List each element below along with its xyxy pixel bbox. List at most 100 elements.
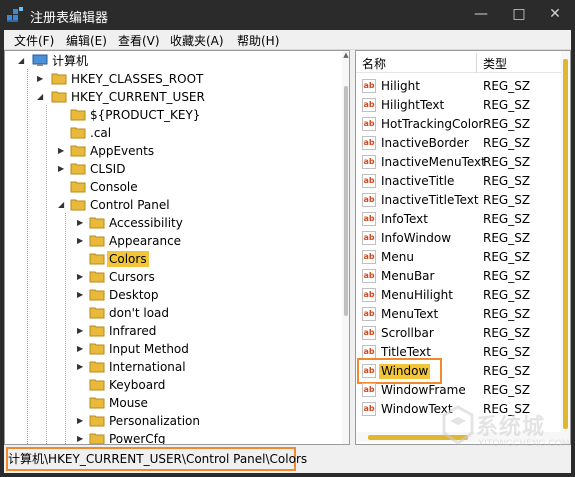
tree-node[interactable]: Console (5, 178, 340, 196)
tree-node[interactable]: ▶ Input Method (5, 340, 340, 358)
menu-help[interactable]: 帮助(H) (237, 32, 279, 49)
collapse-arrow-icon[interactable]: ◢ (58, 200, 66, 209)
watermark-logo: 系统城 XITONGCHENG.COM (440, 405, 570, 465)
string-value-icon: ab (362, 117, 376, 131)
expand-arrow-icon[interactable]: ▶ (77, 272, 85, 281)
tree-node-colors[interactable]: Colors (5, 250, 340, 268)
tree-node[interactable]: ▶ Appearance (5, 232, 340, 250)
tree-node[interactable]: ▶ PowerCfg (5, 430, 340, 444)
folder-icon (89, 397, 105, 409)
list-item[interactable]: ab HotTrackingColor REG_SZ (356, 115, 556, 134)
expand-arrow-icon[interactable]: ▶ (77, 218, 85, 227)
tree-node[interactable]: ▶ Cursors (5, 268, 340, 286)
tree-node-label: Keyboard (109, 378, 166, 392)
string-value-icon: ab (362, 155, 376, 169)
tree-node-label: Appearance (109, 234, 182, 248)
folder-icon (89, 361, 105, 373)
list-item[interactable]: ab Menu REG_SZ (356, 248, 556, 267)
expand-arrow-icon[interactable]: ▶ (77, 434, 85, 443)
list-item[interactable]: ab InactiveTitle REG_SZ (356, 172, 556, 191)
expand-arrow-icon[interactable]: ▶ (77, 362, 85, 371)
folder-icon (70, 145, 86, 157)
value-name: InactiveBorder (381, 136, 469, 150)
tree-node-hkcu[interactable]: ◢ HKEY_CURRENT_USER (5, 88, 340, 106)
list-vertical-scrollbar-thumb[interactable] (563, 59, 568, 429)
column-header-name[interactable]: 名称 (362, 55, 386, 72)
tree-node-computer[interactable]: ◢ 计算机 (5, 52, 340, 70)
expand-arrow-icon[interactable]: ▶ (77, 326, 85, 335)
folder-icon (70, 163, 86, 175)
tree-node[interactable]: ▶ Accessibility (5, 214, 340, 232)
status-path: 计算机\HKEY_CURRENT_USER\Control Panel\Colo… (8, 452, 308, 466)
folder-open-icon (70, 199, 86, 211)
tree-node[interactable]: ▶ CLSID (5, 160, 340, 178)
value-type: REG_SZ (483, 98, 531, 112)
tree-node[interactable]: don't load (5, 304, 340, 322)
value-type: REG_SZ (483, 307, 531, 321)
list-item[interactable]: ab Hilight REG_SZ (356, 77, 556, 96)
menu-file[interactable]: 文件(F) (14, 32, 54, 49)
tree-node-label: Desktop (109, 288, 159, 302)
folder-icon (89, 253, 105, 265)
collapse-arrow-icon[interactable]: ◢ (18, 56, 26, 65)
list-item[interactable]: ab InfoWindow REG_SZ (356, 229, 556, 248)
tree-node-control-panel[interactable]: ◢ Control Panel (5, 196, 340, 214)
list-item[interactable]: ab InfoText REG_SZ (356, 210, 556, 229)
expand-arrow-icon[interactable]: ▶ (77, 290, 85, 299)
minimize-button[interactable]: — (466, 4, 496, 24)
folder-icon (89, 379, 105, 391)
value-type: REG_SZ (483, 250, 531, 264)
expand-arrow-icon[interactable]: ▶ (77, 416, 85, 425)
menu-favorites[interactable]: 收藏夹(A) (170, 32, 224, 49)
list-vertical-scrollbar[interactable] (561, 51, 570, 444)
scroll-up-arrow-icon[interactable]: ▲ (342, 51, 349, 59)
maximize-button[interactable]: □ (504, 4, 534, 24)
expand-arrow-icon[interactable]: ▶ (77, 236, 85, 245)
tree-node[interactable]: ▶ Personalization (5, 412, 340, 430)
folder-icon (89, 217, 105, 229)
tree-node[interactable]: ▶ Desktop (5, 286, 340, 304)
tree-node-label: Accessibility (109, 216, 183, 230)
list-item-window[interactable]: ab Window REG_SZ (356, 358, 556, 384)
list-item[interactable]: ab WindowFrame REG_SZ (356, 381, 556, 400)
string-value-icon: ab (362, 174, 376, 188)
tree-scrollbar[interactable]: ▲ (342, 51, 349, 444)
close-button[interactable]: ✕ (540, 4, 570, 24)
values-list[interactable]: 名称 类型 ab Hilight REG_SZ ab HilightText REG_S… (355, 50, 571, 445)
menu-edit[interactable]: 编辑(E) (66, 32, 107, 49)
tree-node-label: CLSID (90, 162, 126, 176)
list-item[interactable]: ab InactiveBorder REG_SZ (356, 134, 556, 153)
list-item[interactable]: ab HilightText REG_SZ (356, 96, 556, 115)
expand-arrow-icon[interactable]: ▶ (58, 146, 66, 155)
expand-arrow-icon[interactable]: ▶ (58, 164, 66, 173)
menu-view[interactable]: 查看(V) (118, 32, 160, 49)
tree-node-label: AppEvents (90, 144, 155, 158)
expand-arrow-icon[interactable]: ▶ (77, 344, 85, 353)
tree-node[interactable]: ▶ International (5, 358, 340, 376)
tree-node[interactable]: Mouse (5, 394, 340, 412)
tree-node[interactable]: Keyboard (5, 376, 340, 394)
tree-node[interactable]: .cal (5, 124, 340, 142)
string-value-icon: ab (362, 193, 376, 207)
tree-scrollbar-thumb[interactable] (344, 86, 348, 316)
string-value-icon: ab (362, 231, 376, 245)
column-divider[interactable] (476, 53, 477, 73)
tree-node[interactable]: ▶ AppEvents (5, 142, 340, 160)
string-value-icon: ab (362, 98, 376, 112)
column-header-type[interactable]: 类型 (483, 55, 507, 72)
list-item[interactable]: ab InactiveTitleText REG_SZ (356, 191, 556, 210)
list-item[interactable]: ab Scrollbar REG_SZ (356, 324, 556, 343)
list-item[interactable]: ab MenuText REG_SZ (356, 305, 556, 324)
list-item[interactable]: ab MenuHilight REG_SZ (356, 286, 556, 305)
tree-node[interactable]: ▶ Infrared (5, 322, 340, 340)
regedit-icon (7, 7, 23, 22)
tree-node-label: ${PRODUCT_KEY} (90, 108, 201, 122)
tree-node-hkcr[interactable]: ▶ HKEY_CLASSES_ROOT (5, 70, 340, 88)
list-item[interactable]: ab InactiveMenuText REG_SZ (356, 153, 556, 172)
value-type: REG_SZ (483, 155, 531, 169)
registry-tree[interactable]: ◢ 计算机 ▶ HKEY_CLASSES_ROOT ◢ HKEY_CURRENT… (4, 50, 350, 445)
list-item[interactable]: ab MenuBar REG_SZ (356, 267, 556, 286)
collapse-arrow-icon[interactable]: ◢ (37, 92, 45, 101)
tree-node[interactable]: ${PRODUCT_KEY} (5, 106, 340, 124)
expand-arrow-icon[interactable]: ▶ (37, 74, 45, 83)
